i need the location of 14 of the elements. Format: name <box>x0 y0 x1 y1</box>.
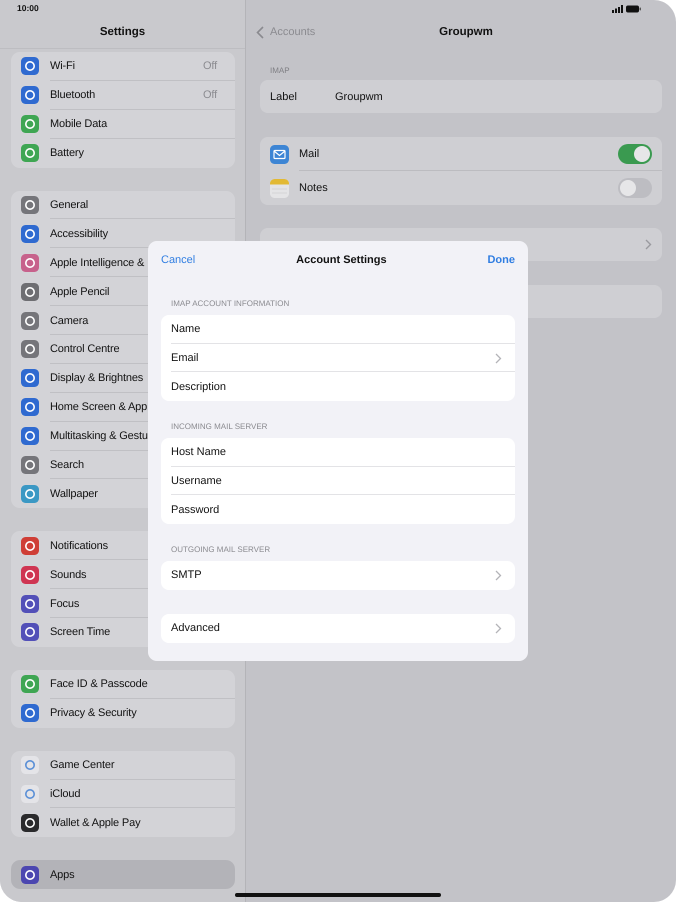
section-header: IMAP <box>269 66 291 75</box>
section-header: INCOMING MAIL SERVER <box>170 421 268 434</box>
page-title: Groupwm <box>439 26 493 38</box>
row-label: Label <box>270 90 298 102</box>
item-value: Off <box>202 60 217 72</box>
item-value: Off <box>202 89 217 102</box>
toggle-label: Mail <box>299 148 320 160</box>
section-header: OUTGOING MAIL SERVER <box>170 544 272 556</box>
row-value: Groupwm <box>335 90 383 102</box>
sidebar-title: Settings <box>100 26 146 38</box>
sheet-title: Account Settings <box>296 254 387 266</box>
status-time: 10:00 <box>17 3 39 13</box>
section-header: IMAP ACCOUNT INFORMATION <box>170 298 290 310</box>
toggle-label: Notes <box>299 182 329 194</box>
